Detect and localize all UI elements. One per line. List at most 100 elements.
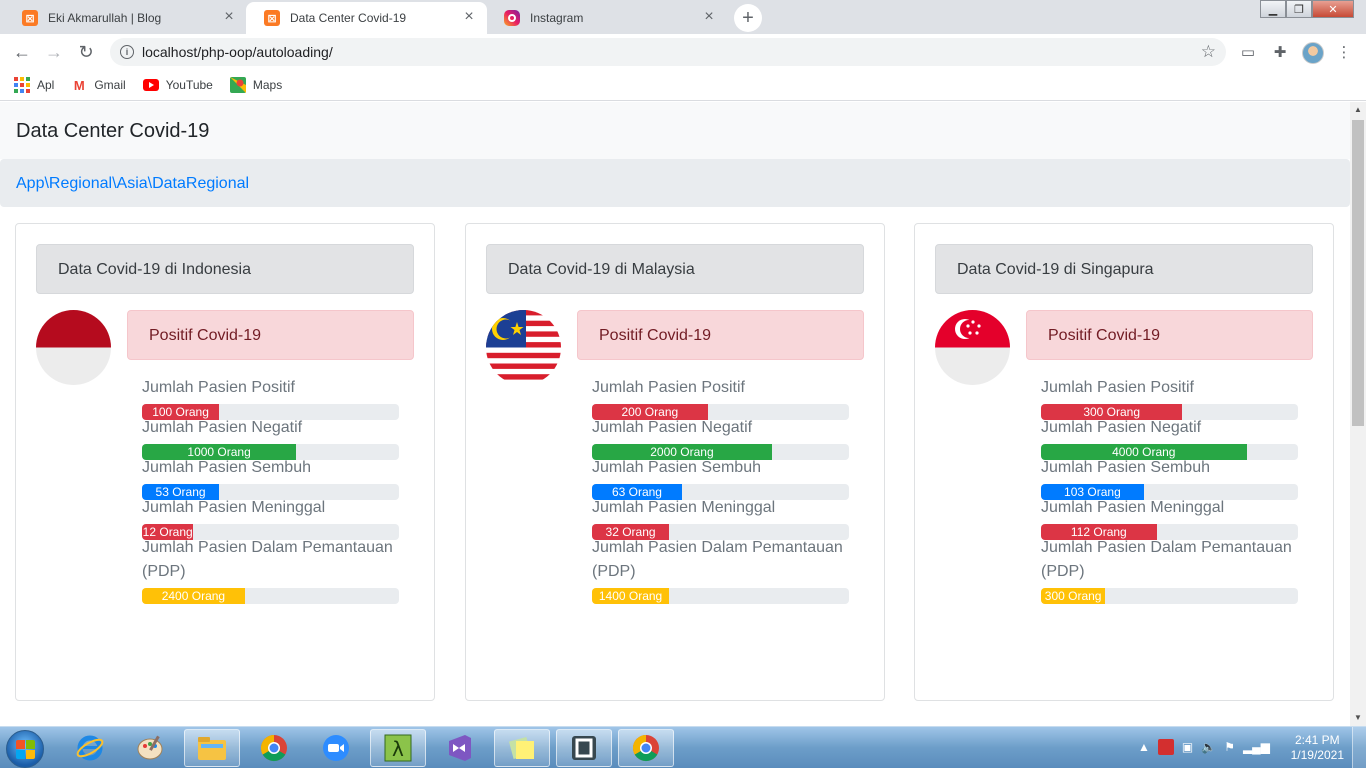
show-desktop-button[interactable]: [1352, 727, 1366, 769]
stat-label: Jumlah Pasien Positif: [142, 379, 295, 396]
scrollbar-thumb[interactable]: [1352, 120, 1364, 426]
close-icon[interactable]: ×: [221, 9, 237, 26]
back-button[interactable]: ←: [10, 40, 34, 64]
xampp-icon: ⊠: [264, 10, 280, 26]
positif-alert: Positif Covid-19: [1026, 310, 1313, 360]
bookmark-label: Maps: [252, 78, 283, 92]
volume-icon[interactable]: 🔈: [1201, 740, 1216, 754]
bookmark-gmail[interactable]: M Gmail: [71, 77, 126, 93]
menu-dots-icon[interactable]: ⋮: [1334, 42, 1354, 62]
youtube-icon: [142, 77, 159, 93]
scroll-up-icon[interactable]: ▲: [1350, 102, 1366, 118]
profile-avatar[interactable]: [1302, 42, 1324, 64]
paint-icon[interactable]: [122, 729, 178, 767]
breadcrumb-link[interactable]: App\Regional\Asia\DataRegional: [16, 175, 249, 193]
visual-studio-icon[interactable]: [432, 729, 488, 767]
minimize-button[interactable]: ▁: [1260, 0, 1286, 18]
bookmark-youtube[interactable]: YouTube: [142, 77, 213, 93]
stat-meninggal: Jumlah Pasien Meninggal 32 Orang: [592, 496, 850, 540]
restore-button[interactable]: ❐: [1286, 0, 1312, 18]
address-bar[interactable]: i ☆: [110, 38, 1226, 66]
page-title: Data Center Covid-19: [16, 120, 210, 142]
extensions-icon[interactable]: ✚: [1270, 42, 1290, 62]
lambda-icon[interactable]: λ: [370, 729, 426, 767]
tab-instagram[interactable]: Instagram ×: [486, 2, 727, 34]
close-icon[interactable]: ×: [701, 9, 717, 26]
browser-toolbar: ← → ↻ i ☆ ▭ ✚ ⋮: [0, 34, 1366, 70]
maps-icon: [229, 77, 246, 93]
progress-fill: 300 Orang: [1041, 588, 1106, 604]
new-tab-button[interactable]: +: [734, 4, 762, 32]
close-icon[interactable]: ×: [461, 9, 477, 26]
url-input[interactable]: [142, 44, 1182, 60]
card-header: Data Covid-19 di Singapura: [935, 244, 1313, 294]
stat-sembuh: Jumlah Pasien Sembuh 53 Orang: [142, 456, 400, 500]
stat-meninggal: Jumlah Pasien Meninggal 112 Orang: [1041, 496, 1299, 540]
stat-pdp: Jumlah Pasien Dalam Pemantauan (PDP) 1400…: [592, 536, 850, 604]
tab-data-center[interactable]: ⊠ Data Center Covid-19 ×: [246, 2, 487, 34]
stat-label: Jumlah Pasien Negatif: [592, 419, 753, 436]
stats-list: Jumlah Pasien Positif 300 Orang Jumlah Pas…: [1041, 376, 1299, 604]
system-tray: ▲ ▣ 🔈 ⚑ ▂▄▆: [1138, 739, 1270, 755]
instagram-icon: [504, 10, 520, 26]
positif-alert: Positif Covid-19: [127, 310, 414, 360]
bookmark-star-icon[interactable]: ☆: [1201, 42, 1216, 62]
chrome-icon[interactable]: [246, 729, 302, 767]
country-card: Data Covid-19 di Singapura Positif Covid-…: [914, 223, 1334, 701]
browser-tab-strip: ⊠ Eki Akmarullah | Blog × ⊠ Data Center …: [0, 0, 1366, 34]
internet-explorer-icon[interactable]: [62, 729, 118, 767]
xampp-icon: ⊠: [22, 10, 38, 26]
malaysia-flag-icon: [486, 310, 561, 385]
window-close-button[interactable]: ✕: [1312, 0, 1354, 18]
chrome-alt-icon[interactable]: [618, 729, 674, 767]
stat-sembuh: Jumlah Pasien Sembuh 103 Orang: [1041, 456, 1299, 500]
stat-negatif: Jumlah Pasien Negatif 1000 Orang: [142, 416, 400, 460]
tray-expand-icon[interactable]: ▲: [1138, 740, 1150, 754]
devices-tray-icon[interactable]: ▣: [1182, 740, 1193, 754]
stat-label: Jumlah Pasien Negatif: [142, 419, 303, 436]
scroll-down-icon[interactable]: ▼: [1350, 710, 1366, 726]
tab-eki-blog[interactable]: ⊠ Eki Akmarullah | Blog ×: [4, 2, 247, 34]
stat-pdp: Jumlah Pasien Dalam Pemantauan (PDP) 2400…: [142, 536, 400, 604]
gmail-icon: M: [73, 77, 85, 93]
network-icon[interactable]: ▂▄▆: [1243, 740, 1270, 754]
svg-text:λ: λ: [392, 737, 404, 761]
stat-label: Jumlah Pasien Dalam Pemantauan (PDP): [142, 539, 393, 580]
clock-time: 2:41 PM: [1294, 733, 1340, 747]
flag-tray-icon[interactable]: ⚑: [1224, 740, 1235, 754]
card-header: Data Covid-19 di Indonesia: [36, 244, 414, 294]
windows-taskbar: λ ▲ ▣ 🔈 ⚑ ▂▄▆ 2:41 PM 1/19/2021: [0, 726, 1366, 769]
page-scrollbar[interactable]: ▲ ▼: [1350, 102, 1366, 726]
acrobat-tray-icon[interactable]: [1157, 739, 1174, 755]
breadcrumb: App\Regional\Asia\DataRegional: [0, 159, 1350, 207]
stat-label: Jumlah Pasien Dalam Pemantauan (PDP): [1041, 539, 1292, 580]
file-explorer-icon[interactable]: [184, 729, 240, 767]
bookmark-maps[interactable]: Maps: [229, 77, 283, 93]
info-icon[interactable]: i: [120, 45, 134, 59]
zoom-icon[interactable]: [308, 729, 364, 767]
stat-negatif: Jumlah Pasien Negatif 2000 Orang: [592, 416, 850, 460]
stats-list: Jumlah Pasien Positif 100 Orang Jumlah Pas…: [142, 376, 400, 604]
sticky-notes-icon[interactable]: [494, 729, 550, 767]
cast-icon[interactable]: ▭: [1238, 42, 1258, 62]
page-viewport: Data Center Covid-19 App\Regional\Asia\D…: [0, 102, 1350, 726]
progress-bar: 300 Orang: [1041, 588, 1298, 604]
forward-button[interactable]: →: [42, 40, 66, 64]
stat-meninggal: Jumlah Pasien Meninggal 12 Orang: [142, 496, 400, 540]
sublime-icon[interactable]: [556, 729, 612, 767]
taskbar-clock[interactable]: 2:41 PM 1/19/2021: [1291, 733, 1344, 763]
stat-label: Jumlah Pasien Negatif: [1041, 419, 1202, 436]
stat-label: Jumlah Pasien Sembuh: [592, 459, 761, 476]
start-button[interactable]: [6, 730, 44, 768]
tab-label: Instagram: [530, 11, 584, 25]
stat-label: Jumlah Pasien Meninggal: [1041, 499, 1225, 516]
stat-label: Jumlah Pasien Dalam Pemantauan (PDP): [592, 539, 843, 580]
apps-grid-icon: [14, 77, 30, 93]
stats-list: Jumlah Pasien Positif 200 Orang Jumlah Pas…: [592, 376, 850, 604]
tab-label: Data Center Covid-19: [290, 11, 407, 25]
reload-button[interactable]: ↻: [74, 40, 98, 64]
bookmark-label: Apl: [37, 78, 55, 92]
card-header: Data Covid-19 di Malaysia: [486, 244, 864, 294]
singapore-flag-icon: [935, 310, 1010, 385]
bookmark-apps[interactable]: Apl: [14, 77, 54, 93]
